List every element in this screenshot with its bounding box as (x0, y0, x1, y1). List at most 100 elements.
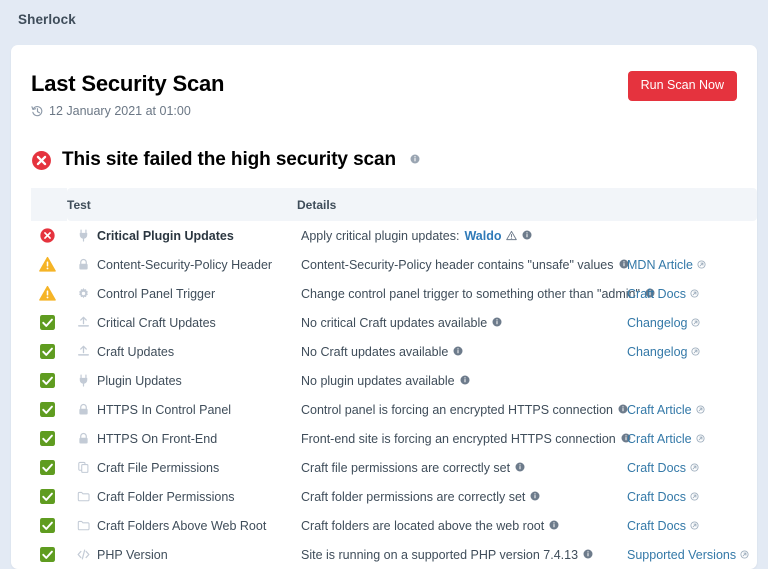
table-row: Plugin Updates No plugin updates availabl… (31, 366, 757, 395)
details-text: No critical Craft updates available (301, 315, 488, 330)
check-square-icon (39, 343, 67, 360)
test-details-cell: Content-Security-Policy header contains … (297, 250, 629, 279)
details-text: Craft file permissions are correctly set (301, 460, 511, 475)
check-square-icon (39, 517, 67, 534)
info-icon[interactable] (549, 519, 559, 533)
test-name-cell: HTTPS On Front-End (67, 424, 297, 453)
reference-link[interactable]: MDN Article (627, 258, 693, 272)
reference-link-cell: Craft Docs (627, 511, 757, 540)
reference-link[interactable]: Supported Versions (627, 548, 736, 562)
test-name-cell: Craft Folders Above Web Root (67, 511, 297, 540)
details-text: Craft folder permissions are correctly s… (301, 489, 526, 504)
table-row: Content-Security-Policy Header Content-Se… (31, 250, 757, 279)
info-icon[interactable] (522, 229, 532, 243)
reference-link[interactable]: Craft Article (627, 403, 692, 417)
check-square-icon (39, 459, 67, 476)
test-label: Critical Plugin Updates (97, 228, 234, 243)
lock-icon (77, 258, 90, 271)
details-text: Craft folders are located above the web … (301, 518, 545, 533)
reference-link[interactable]: Changelog (627, 345, 687, 359)
check-square-icon (39, 401, 67, 418)
reference-link-cell: Changelog (627, 308, 757, 337)
upload-icon (77, 345, 90, 358)
status-badge (31, 308, 67, 337)
test-label: Craft Updates (97, 344, 175, 359)
run-scan-button[interactable]: Run Scan Now (627, 71, 737, 101)
code-icon (77, 548, 90, 561)
table-row: HTTPS On Front-End Front-end site is forc… (31, 424, 757, 453)
test-name-cell: Craft Folder Permissions (67, 482, 297, 511)
reference-link-cell: Supported Versions (627, 540, 757, 569)
external-link-icon (740, 550, 749, 559)
reference-link-cell (627, 366, 757, 395)
table-row: HTTPS In Control Panel Control panel is f… (31, 395, 757, 424)
folder-icon (77, 519, 90, 532)
test-details-cell: No Craft updates available (297, 337, 627, 366)
security-scan-card: Last Security Scan 12 January 2021 at 01… (11, 45, 757, 569)
test-details-cell: Craft folder permissions are correctly s… (297, 482, 627, 511)
status-badge (31, 337, 67, 366)
external-link-icon (691, 318, 701, 327)
status-badge (31, 221, 67, 250)
table-row: Control Panel Trigger Change control pane… (31, 279, 757, 308)
reference-link[interactable]: Craft Docs (627, 287, 686, 301)
external-link-icon (690, 463, 699, 472)
test-name-cell: HTTPS In Control Panel (67, 395, 297, 424)
details-text: No Craft updates available (301, 344, 449, 359)
test-name-cell: Critical Plugin Updates (67, 221, 297, 250)
reference-link-cell: Craft Article (627, 424, 757, 453)
info-icon[interactable] (583, 548, 593, 562)
reference-link-cell: Craft Docs (627, 279, 757, 308)
reference-link[interactable]: Craft Article (627, 432, 692, 446)
reference-link-cell: Changelog (627, 337, 757, 366)
table-row: Craft Folder Permissions Craft folder per… (31, 482, 757, 511)
card-header: Last Security Scan 12 January 2021 at 01… (31, 71, 737, 118)
table-header: Test Details (31, 188, 757, 222)
info-icon[interactable] (460, 374, 470, 388)
folder-icon (77, 490, 90, 503)
test-label: Craft Folder Permissions (97, 489, 235, 504)
info-icon[interactable] (410, 151, 420, 169)
status-badge (31, 366, 67, 395)
security-tests-table: Test Details Critical Plugin Updates Appl… (31, 188, 757, 569)
info-icon[interactable] (530, 490, 540, 504)
reference-link-cell (627, 221, 757, 250)
lock-icon (77, 403, 90, 416)
details-text: Apply critical plugin updates: (301, 228, 460, 243)
warning-triangle-icon (39, 256, 67, 273)
details-text: Content-Security-Policy header contains … (301, 257, 614, 272)
reference-link[interactable]: Craft Docs (627, 461, 686, 475)
test-label: Craft Folders Above Web Root (97, 518, 267, 533)
info-icon[interactable] (453, 345, 463, 359)
test-label: PHP Version (97, 547, 168, 562)
reference-link[interactable]: Craft Docs (627, 490, 686, 504)
status-badge (31, 540, 67, 569)
external-link-icon (696, 434, 705, 443)
reference-link[interactable]: Changelog (627, 316, 687, 330)
reference-link-cell: Craft Article (627, 395, 757, 424)
details-inline-link[interactable]: Waldo (464, 229, 501, 243)
test-label: Plugin Updates (97, 373, 182, 388)
external-link-icon (690, 492, 699, 501)
status-badge (31, 511, 67, 540)
status-badge (31, 453, 67, 482)
test-label: Critical Craft Updates (97, 315, 216, 330)
table-row: Critical Plugin Updates Apply critical pl… (31, 221, 757, 250)
test-details-cell: Control panel is forcing an encrypted HT… (297, 395, 628, 424)
external-link-icon (691, 347, 701, 356)
status-badge (31, 250, 67, 279)
history-icon (31, 105, 44, 118)
details-text: Front-end site is forcing an encrypted H… (301, 431, 616, 446)
test-details-cell: Change control panel trigger to somethin… (297, 279, 655, 308)
info-icon[interactable] (515, 461, 525, 475)
info-icon[interactable] (492, 316, 502, 330)
test-label: Craft File Permissions (97, 460, 220, 475)
external-link-icon (697, 260, 706, 269)
circle-x-icon (39, 227, 67, 244)
column-link (627, 188, 757, 222)
test-label: HTTPS On Front-End (97, 431, 218, 446)
table-row: Craft Folders Above Web Root Craft folder… (31, 511, 757, 540)
reference-link[interactable]: Craft Docs (627, 519, 686, 533)
scan-timestamp-text: 12 January 2021 at 01:00 (49, 104, 191, 119)
external-link-icon (690, 289, 699, 298)
